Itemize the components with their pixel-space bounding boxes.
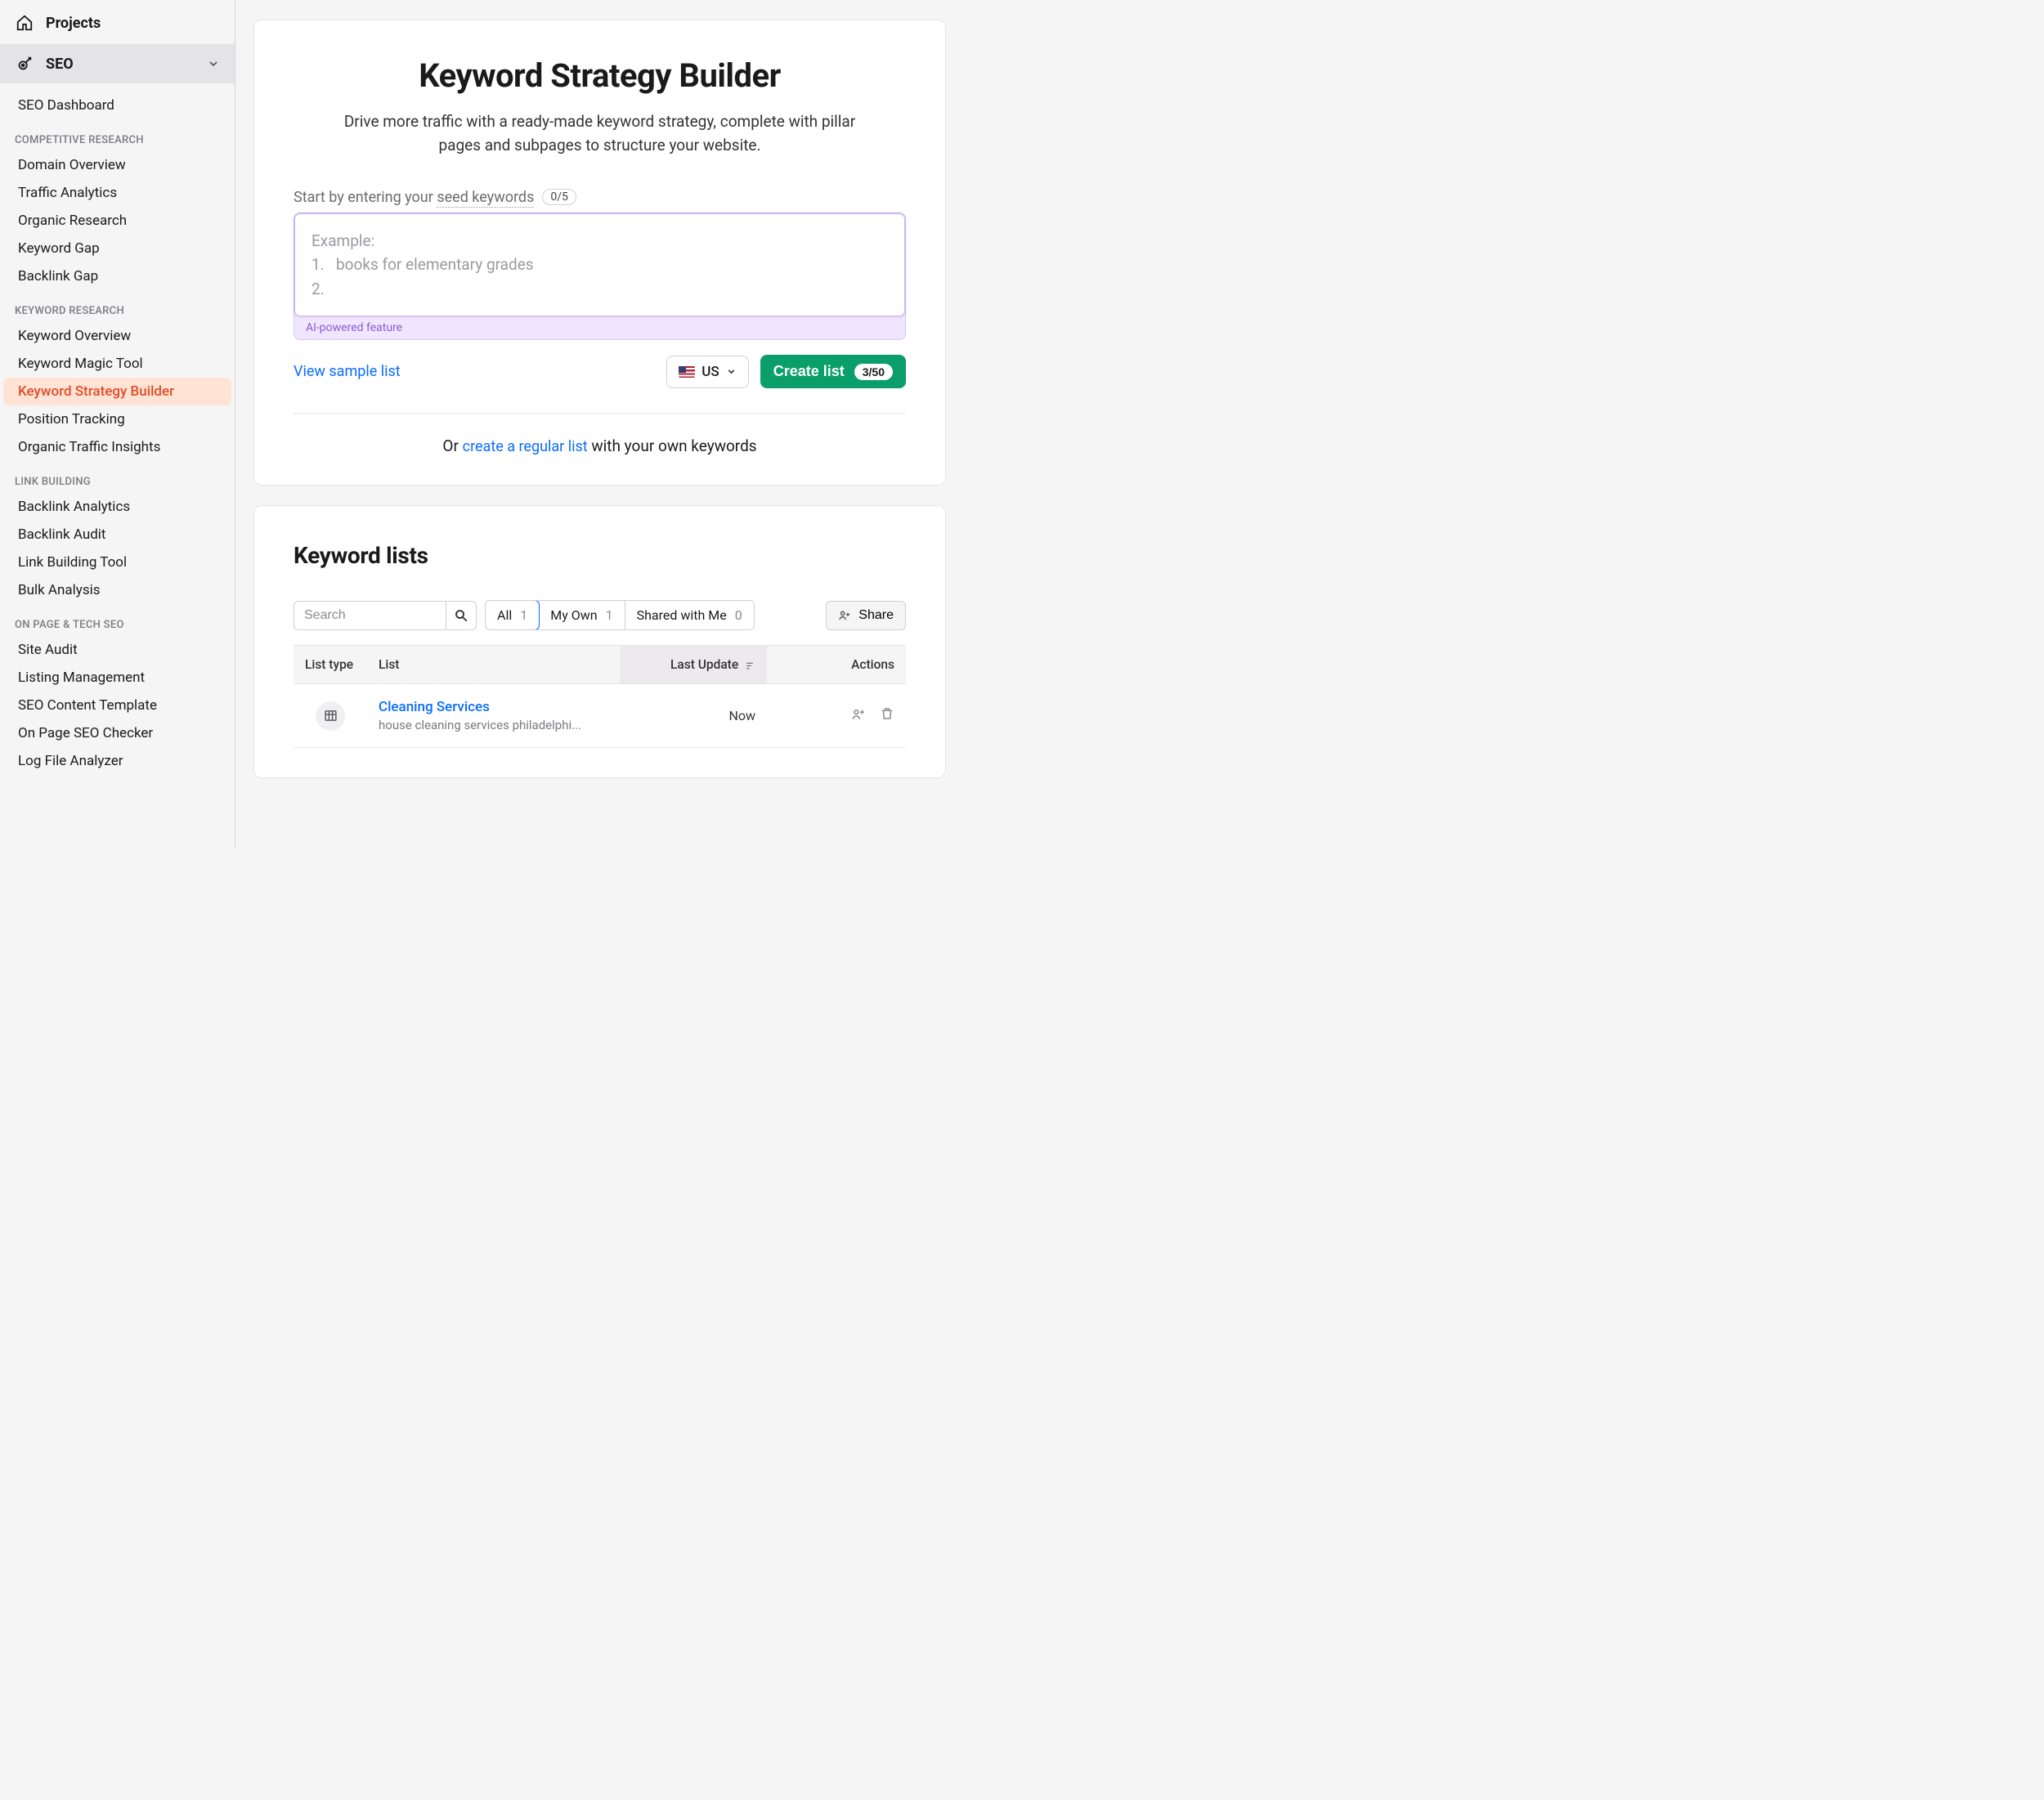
sidebar-section-label: SEO	[46, 56, 74, 73]
share-icon	[838, 608, 852, 622]
search-button[interactable]	[446, 601, 477, 630]
sidebar-group-title: KEYWORD RESEARCH	[0, 290, 235, 322]
sidebar-group-title: ON PAGE & TECH SEO	[0, 604, 235, 636]
sidebar-link-seo-dashboard[interactable]: SEO Dashboard	[3, 92, 231, 119]
page-title: Keyword Strategy Builder	[294, 56, 906, 95]
sidebar-link[interactable]: Keyword Gap	[3, 235, 231, 262]
sidebar-link[interactable]: Traffic Analytics	[3, 179, 231, 207]
filter-tab[interactable]: Shared with Me0	[625, 601, 754, 629]
keyword-lists-card: Keyword lists All1My Own1Shared with Me0…	[253, 505, 946, 778]
col-actions: Actions	[767, 646, 906, 684]
sort-desc-icon	[745, 660, 755, 671]
keyword-lists-table: List type List Last Update Actions Clean…	[294, 645, 906, 748]
share-row-icon[interactable]	[851, 706, 867, 722]
country-select[interactable]: US	[666, 356, 748, 388]
target-icon	[15, 54, 34, 74]
sidebar-link[interactable]: Log File Analyzer	[3, 747, 231, 775]
ai-feature-tag: AI-powered feature	[294, 316, 905, 334]
sidebar-link[interactable]: Site Audit	[3, 636, 231, 664]
keyword-lists-title: Keyword lists	[294, 542, 906, 569]
col-list-type: List type	[294, 646, 367, 684]
create-list-label: Create list	[773, 363, 845, 380]
sidebar-link[interactable]: On Page SEO Checker	[3, 719, 231, 747]
main-content: Keyword Strategy Builder Drive more traf…	[235, 0, 964, 849]
create-list-button[interactable]: Create list 3/50	[760, 355, 906, 388]
sidebar-link[interactable]: Backlink Gap	[3, 262, 231, 290]
create-list-quota: 3/50	[854, 364, 893, 380]
share-button[interactable]: Share	[826, 601, 906, 630]
sidebar-projects[interactable]: Projects	[0, 0, 235, 44]
builder-card: Keyword Strategy Builder Drive more traf…	[253, 20, 946, 486]
list-type-icon	[316, 701, 345, 731]
seed-count-badge: 0/5	[542, 189, 576, 205]
filter-segment: All1My Own1Shared with Me0	[485, 600, 755, 630]
chevron-down-icon	[207, 57, 220, 70]
sidebar-projects-label: Projects	[46, 15, 101, 32]
sidebar-link[interactable]: Position Tracking	[3, 405, 231, 433]
table-row: Cleaning Services house cleaning services…	[294, 684, 906, 748]
sidebar-link[interactable]: Keyword Overview	[3, 322, 231, 350]
sidebar-link[interactable]: Keyword Strategy Builder	[3, 378, 231, 405]
sidebar-link[interactable]: Organic Traffic Insights	[3, 433, 231, 461]
sidebar: Projects SEO SEO Dashboard COMPETITIVE R…	[0, 0, 235, 849]
filter-tab[interactable]: My Own1	[539, 601, 625, 629]
search-input[interactable]	[294, 601, 446, 630]
delete-row-icon[interactable]	[880, 706, 894, 722]
col-last-update[interactable]: Last Update	[620, 646, 767, 684]
page-subtitle: Drive more traffic with a ready-made key…	[338, 110, 862, 158]
sidebar-link[interactable]: Keyword Magic Tool	[3, 350, 231, 378]
seed-keywords-hint[interactable]: seed keywords	[437, 189, 534, 208]
sidebar-link[interactable]: SEO Content Template	[3, 692, 231, 719]
sidebar-link[interactable]: Organic Research	[3, 207, 231, 235]
search-icon	[454, 608, 468, 623]
sidebar-group-title: COMPETITIVE RESEARCH	[0, 119, 235, 151]
seed-input-wrapper: Example: 1.books for elementary grades 2…	[294, 213, 906, 340]
create-regular-list-link[interactable]: create a regular list	[463, 438, 588, 455]
sidebar-link[interactable]: Backlink Audit	[3, 521, 231, 549]
sidebar-link[interactable]: Link Building Tool	[3, 549, 231, 576]
sidebar-link[interactable]: Domain Overview	[3, 151, 231, 179]
sidebar-group-title: LINK BUILDING	[0, 461, 235, 493]
flag-us-icon	[679, 366, 695, 378]
country-label: US	[702, 364, 719, 380]
list-subtitle: house cleaning services philadelphi...	[379, 718, 608, 732]
seed-label: Start by entering your seed keywords	[294, 189, 534, 206]
sidebar-link[interactable]: Bulk Analysis	[3, 576, 231, 604]
chevron-down-icon	[726, 366, 737, 377]
sidebar-section-seo[interactable]: SEO	[0, 44, 235, 83]
sidebar-link[interactable]: Backlink Analytics	[3, 493, 231, 521]
sidebar-link[interactable]: Listing Management	[3, 664, 231, 692]
home-icon	[15, 13, 34, 33]
filter-tab[interactable]: All1	[485, 600, 540, 630]
view-sample-link[interactable]: View sample list	[294, 363, 401, 380]
regular-list-row: Or create a regular list with your own k…	[294, 413, 906, 455]
list-name-link[interactable]: Cleaning Services	[379, 699, 608, 715]
seed-input[interactable]: Example: 1.books for elementary grades 2…	[294, 213, 905, 316]
list-last-update: Now	[620, 684, 767, 748]
col-list: List	[367, 646, 620, 684]
